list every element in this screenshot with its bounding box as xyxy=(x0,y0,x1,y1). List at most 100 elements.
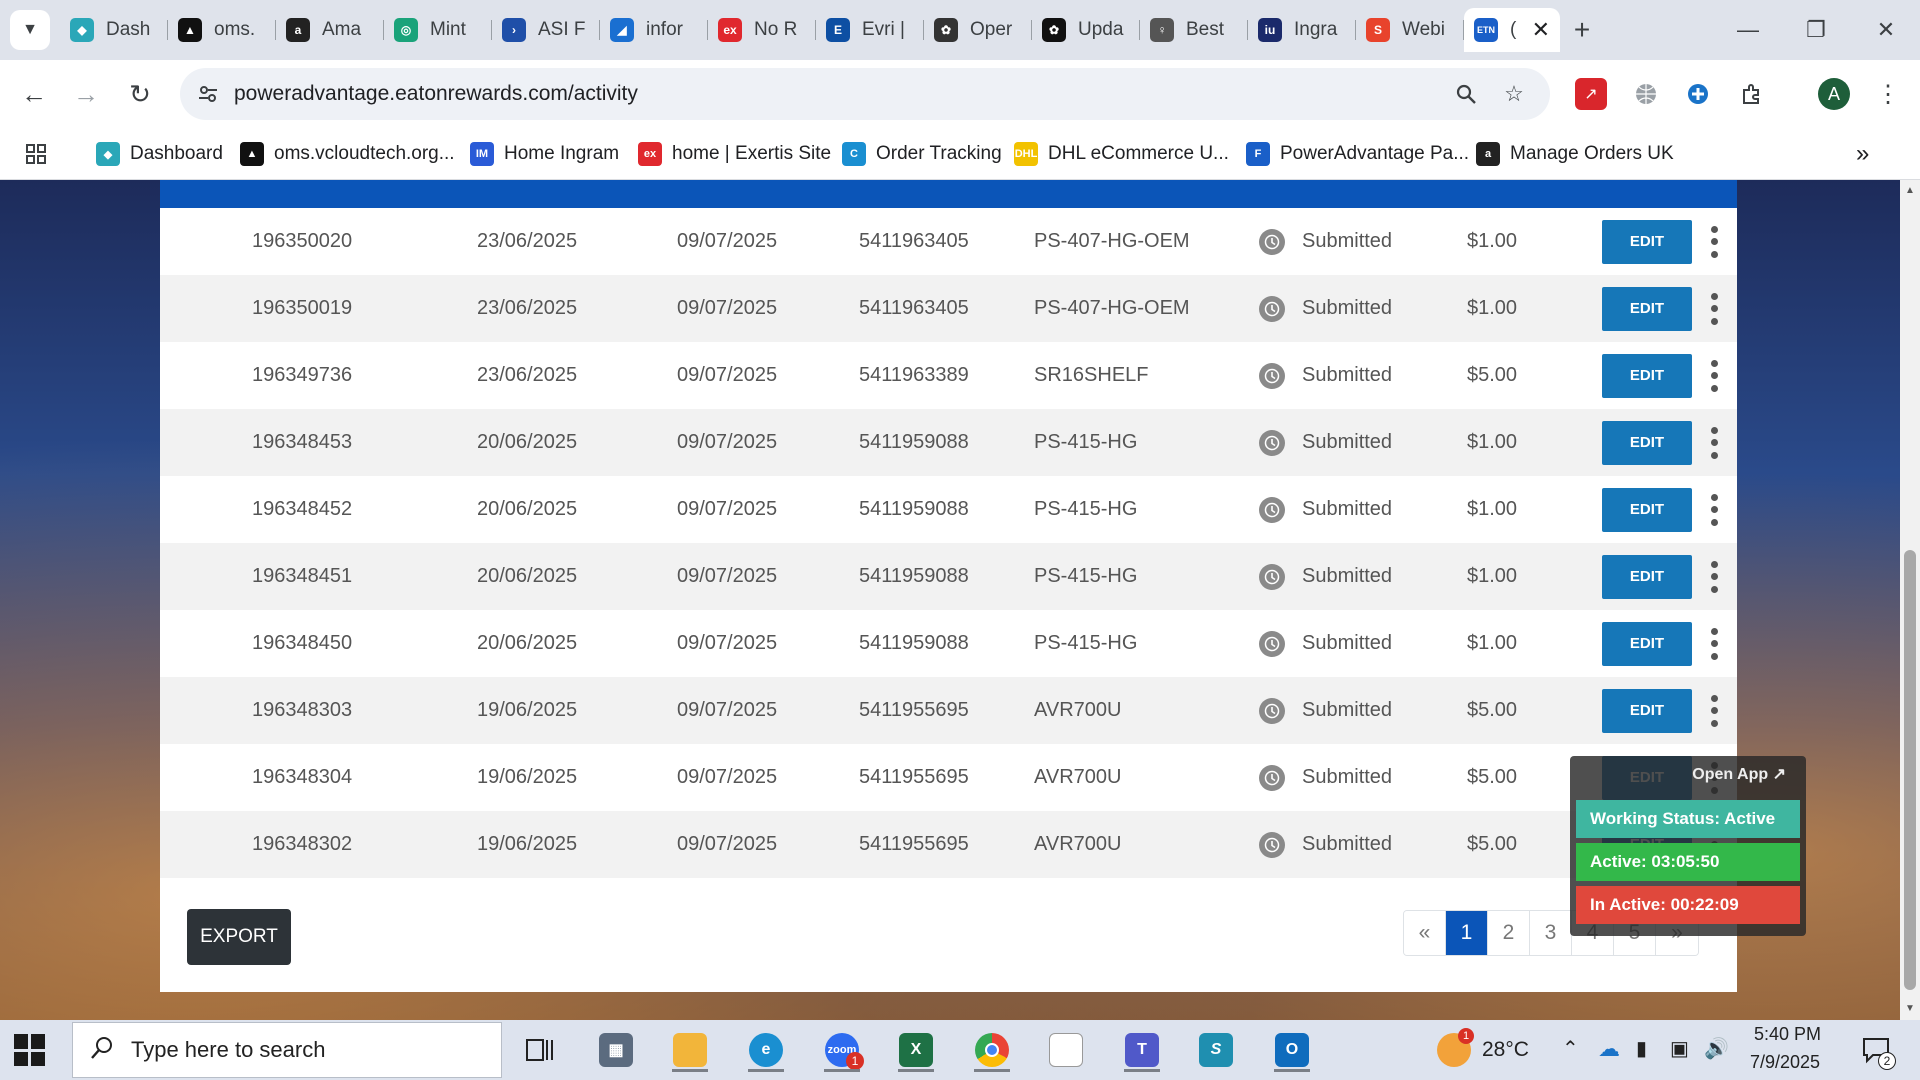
profile-avatar[interactable]: A xyxy=(1818,78,1850,110)
bookmark-item[interactable]: ▲ oms.vcloudtech.org... xyxy=(240,138,455,170)
tab-label: No R xyxy=(754,19,798,40)
bookmark-item[interactable]: DHL DHL eCommerce U... xyxy=(1014,138,1229,170)
reload-button[interactable]: ↻ xyxy=(120,74,160,114)
cell-amount: $1.00 xyxy=(1467,565,1518,587)
row-menu-icon[interactable] xyxy=(1709,426,1719,459)
browser-tab[interactable]: ◆ Dash xyxy=(60,8,168,52)
clock-date[interactable]: 7/9/2025 xyxy=(1750,1052,1820,1073)
address-bar[interactable]: poweradvantage.eatonrewards.com/activity… xyxy=(180,68,1550,120)
bookmark-item[interactable]: IM Home Ingram xyxy=(470,138,619,170)
bookmark-item[interactable]: ex home | Exertis Site xyxy=(638,138,831,170)
new-tab-button[interactable]: + xyxy=(1560,8,1604,52)
calculator-app[interactable]: ▦ xyxy=(592,1028,640,1072)
tab-search-button[interactable]: ▼ xyxy=(10,10,50,50)
row-menu-icon[interactable] xyxy=(1709,493,1719,526)
task-view-button[interactable] xyxy=(516,1028,564,1072)
edit-button[interactable]: EDIT xyxy=(1602,286,1692,331)
bookmark-item[interactable]: a Manage Orders UK xyxy=(1476,138,1674,170)
row-menu-icon[interactable] xyxy=(1709,560,1719,593)
pdf-extension-icon[interactable]: ↗ xyxy=(1575,78,1607,110)
pagination-prev[interactable]: « xyxy=(1404,911,1446,955)
more-bookmarks-button[interactable]: » xyxy=(1856,138,1869,170)
open-app-link[interactable]: Open App ↗ xyxy=(1692,764,1786,784)
battery-icon[interactable]: ▮ xyxy=(1636,1036,1647,1061)
teams-app[interactable]: T xyxy=(1118,1028,1166,1072)
cell-status: Submitted xyxy=(1302,431,1393,453)
chrome-app[interactable] xyxy=(968,1028,1016,1072)
cell-invoice-date: 20/06/2025 xyxy=(477,431,578,453)
scroll-thumb[interactable] xyxy=(1904,550,1916,990)
pagination-page[interactable]: 3 xyxy=(1530,911,1572,955)
excel-app[interactable]: X xyxy=(892,1028,940,1072)
scroll-up-icon[interactable]: ▲ xyxy=(1904,184,1916,196)
edit-button[interactable]: EDIT xyxy=(1602,688,1692,733)
browser-tab[interactable]: ◢ infor xyxy=(600,8,708,52)
clock-time[interactable]: 5:40 PM xyxy=(1754,1024,1821,1045)
scroll-down-icon[interactable]: ▼ xyxy=(1904,1002,1916,1014)
row-menu-icon[interactable] xyxy=(1709,292,1719,325)
weather-temp[interactable]: 28°C xyxy=(1482,1038,1529,1062)
weather-widget[interactable]: 1 xyxy=(1430,1028,1478,1072)
back-button[interactable]: ← xyxy=(14,74,54,114)
row-menu-icon[interactable] xyxy=(1709,359,1719,392)
forward-button[interactable]: → xyxy=(66,74,106,114)
edit-button[interactable]: EDIT xyxy=(1602,353,1692,398)
row-menu-icon[interactable] xyxy=(1709,627,1719,660)
page-scrollbar[interactable]: ▲ ▼ xyxy=(1900,180,1920,1020)
url-text[interactable]: poweradvantage.eatonrewards.com/activity xyxy=(234,82,638,106)
globe-extension-icon[interactable] xyxy=(1630,78,1662,110)
file-explorer-app[interactable] xyxy=(666,1028,714,1072)
pagination-page[interactable]: 1 xyxy=(1446,911,1488,955)
minimize-button[interactable]: — xyxy=(1714,0,1782,60)
edit-button[interactable]: EDIT xyxy=(1602,219,1692,264)
puzzle-circle-extension-icon[interactable] xyxy=(1682,78,1714,110)
browser-tab[interactable]: ♀ Best xyxy=(1140,8,1248,52)
extensions-icon[interactable] xyxy=(1736,78,1768,110)
notepad-app[interactable] xyxy=(1042,1028,1090,1072)
edge-app[interactable]: e xyxy=(742,1028,790,1072)
notification-center-button[interactable]: 2 xyxy=(1852,1028,1900,1072)
site-settings-icon[interactable] xyxy=(194,80,222,108)
pagination-page[interactable]: 2 xyxy=(1488,911,1530,955)
browser-tab[interactable]: ex No R xyxy=(708,8,816,52)
browser-tab[interactable]: iu Ingra xyxy=(1248,8,1356,52)
browser-tab[interactable]: ◎ Mint xyxy=(384,8,492,52)
browser-tab[interactable]: › ASI F xyxy=(492,8,600,52)
edit-button[interactable]: EDIT xyxy=(1602,420,1692,465)
bookmark-star-icon[interactable]: ☆ xyxy=(1500,80,1528,108)
browser-tab[interactable]: ▲ oms. xyxy=(168,8,276,52)
browser-tab[interactable]: E Evri | xyxy=(816,8,924,52)
bookmark-item[interactable]: ◆ Dashboard xyxy=(96,138,223,170)
cell-invoice-date: 23/06/2025 xyxy=(477,364,578,386)
zoom-app[interactable]: zoom 1 xyxy=(818,1028,866,1072)
bookmark-favicon-icon: a xyxy=(1476,142,1500,166)
row-menu-icon[interactable] xyxy=(1709,225,1719,258)
browser-tab[interactable]: ✿ Oper xyxy=(924,8,1032,52)
browser-menu-button[interactable]: ⋮ xyxy=(1868,74,1908,114)
taskbar-search[interactable]: Type here to search xyxy=(72,1022,502,1078)
browser-tab[interactable]: ✿ Upda xyxy=(1032,8,1140,52)
network-icon[interactable]: ▣ xyxy=(1670,1036,1689,1061)
close-tab-icon[interactable]: ✕ xyxy=(1532,17,1550,43)
script-app[interactable]: S xyxy=(1192,1028,1240,1072)
tray-chevron-icon[interactable]: ⌃ xyxy=(1562,1036,1579,1061)
edit-button[interactable]: EDIT xyxy=(1602,487,1692,532)
zoom-icon[interactable] xyxy=(1452,80,1480,108)
bookmark-item[interactable]: C Order Tracking xyxy=(842,138,1002,170)
cell-status: Submitted xyxy=(1302,766,1393,788)
browser-tab-active[interactable]: ETN (✕ xyxy=(1464,8,1560,52)
export-button[interactable]: EXPORT xyxy=(187,909,291,965)
close-window-button[interactable]: ✕ xyxy=(1852,0,1920,60)
onedrive-icon[interactable]: ☁ xyxy=(1598,1036,1620,1062)
row-menu-icon[interactable] xyxy=(1709,694,1719,727)
restore-button[interactable]: ❐ xyxy=(1782,0,1850,60)
edit-button[interactable]: EDIT xyxy=(1602,621,1692,666)
browser-tab[interactable]: S Webi xyxy=(1356,8,1464,52)
outlook-app[interactable]: O xyxy=(1268,1028,1316,1072)
start-button[interactable] xyxy=(14,1034,46,1066)
volume-icon[interactable]: 🔊 xyxy=(1704,1036,1729,1061)
bookmark-item[interactable]: F PowerAdvantage Pa... xyxy=(1246,138,1469,170)
apps-grid-icon[interactable] xyxy=(24,138,48,170)
edit-button[interactable]: EDIT xyxy=(1602,554,1692,599)
browser-tab[interactable]: a Ama xyxy=(276,8,384,52)
